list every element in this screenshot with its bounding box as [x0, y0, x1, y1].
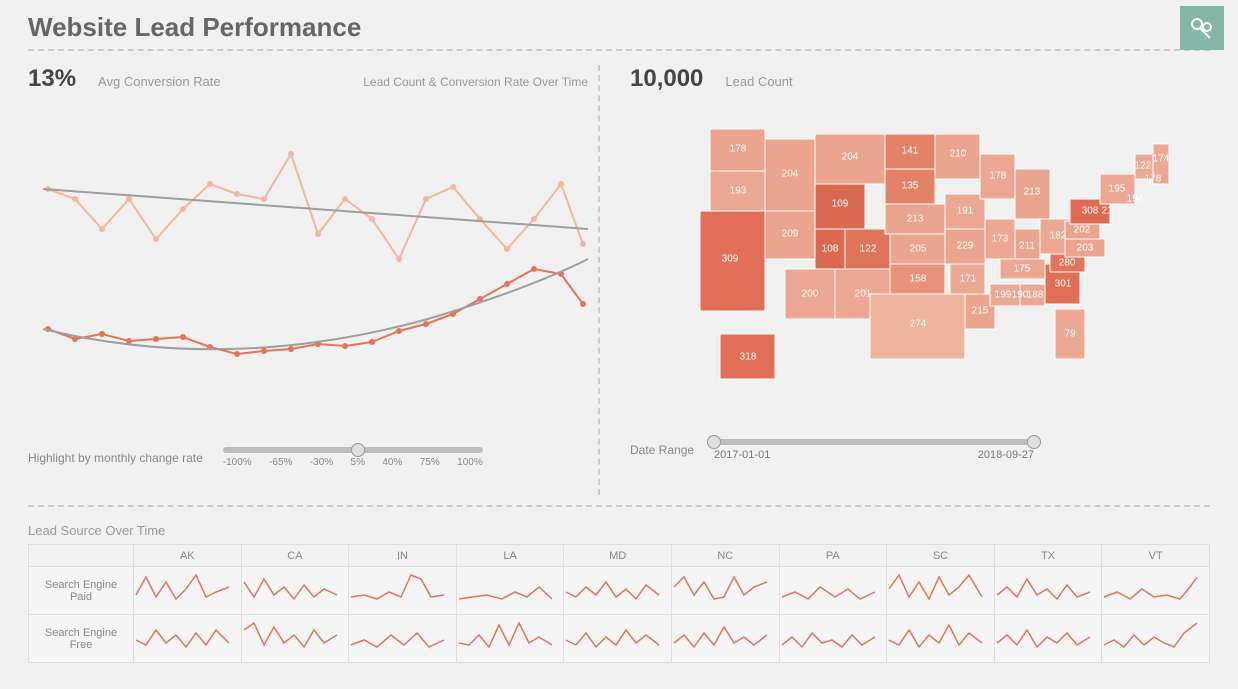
trend-leadcount — [43, 259, 588, 349]
leadcount-label: Lead Count — [725, 74, 792, 89]
tick: 100% — [457, 457, 483, 468]
col-header[interactable]: VT — [1102, 545, 1210, 567]
spark-cell[interactable] — [779, 567, 887, 615]
conversion-chart[interactable] — [28, 99, 588, 439]
sparkline-table: AK CA IN LA MD NC PA SC TX VT Search Eng… — [28, 544, 1210, 663]
spark-cell[interactable] — [887, 567, 995, 615]
col-header[interactable]: LA — [456, 545, 564, 567]
trend-conversion — [43, 189, 588, 229]
spark-cell[interactable] — [456, 567, 564, 615]
col-header[interactable]: MD — [564, 545, 672, 567]
spark-cell[interactable] — [779, 615, 887, 663]
conversion-label: Avg Conversion Rate — [98, 74, 221, 89]
tick: 40% — [382, 457, 402, 468]
spark-cell[interactable] — [1102, 567, 1210, 615]
spark-cell[interactable] — [887, 615, 995, 663]
tick: -65% — [269, 457, 292, 468]
col-header[interactable]: IN — [349, 545, 457, 567]
conversion-panel: 13% Avg Conversion Rate Lead Count & Con… — [28, 65, 598, 495]
spark-cell[interactable] — [994, 615, 1102, 663]
us-map[interactable]: 178 193 309 204 209 204 109 108 122 200 … — [670, 99, 1170, 429]
table-row: Search Engine Paid — [29, 567, 1210, 615]
spark-cell[interactable] — [134, 615, 242, 663]
tick: 75% — [420, 457, 440, 468]
slider-thumb[interactable] — [351, 443, 365, 457]
series-conversion — [48, 154, 583, 259]
map-panel: 10,000 Lead Count — [600, 65, 1210, 495]
date-thumb-start[interactable] — [707, 435, 721, 449]
spark-cell[interactable] — [241, 567, 349, 615]
tick: 5% — [351, 457, 365, 468]
tick: -100% — [223, 457, 252, 468]
spark-cell[interactable] — [134, 567, 242, 615]
conversion-subtitle: Lead Count & Conversion Rate Over Time — [363, 75, 588, 89]
date-thumb-end[interactable] — [1027, 435, 1041, 449]
brand-icon — [1188, 14, 1216, 42]
tick: -30% — [310, 457, 333, 468]
col-header[interactable]: PA — [779, 545, 887, 567]
spark-cell[interactable] — [349, 567, 457, 615]
page-title: Website Lead Performance — [28, 12, 361, 43]
date-end: 2018-09-27 — [978, 449, 1034, 461]
conversion-value: 13% — [28, 65, 76, 93]
date-range-label: Date Range — [630, 443, 694, 457]
row-label: Search Engine Paid — [29, 567, 134, 615]
col-header[interactable]: SC — [887, 545, 995, 567]
row-label: Search Engine Free — [29, 615, 134, 663]
spark-cell[interactable] — [671, 567, 779, 615]
brand-logo — [1180, 6, 1224, 50]
spark-cell[interactable] — [671, 615, 779, 663]
col-header[interactable]: TX — [994, 545, 1102, 567]
highlight-slider-label: Highlight by monthly change rate — [28, 451, 203, 465]
spark-cell[interactable] — [564, 615, 672, 663]
highlight-slider[interactable] — [223, 447, 483, 453]
date-start: 2017-01-01 — [714, 449, 770, 461]
spark-cell[interactable] — [564, 567, 672, 615]
spark-cell[interactable] — [456, 615, 564, 663]
spark-cell[interactable] — [241, 615, 349, 663]
col-header[interactable]: CA — [241, 545, 349, 567]
leadcount-value: 10,000 — [630, 65, 703, 93]
spark-cell[interactable] — [349, 615, 457, 663]
slider-ticks: -100% -65% -30% 5% 40% 75% 100% — [223, 457, 483, 468]
spark-cell[interactable] — [1102, 615, 1210, 663]
sparkline-title: Lead Source Over Time — [28, 523, 1210, 538]
col-header[interactable]: AK — [134, 545, 242, 567]
table-row: Search Engine Free — [29, 615, 1210, 663]
spark-cell[interactable] — [994, 567, 1102, 615]
date-range-slider[interactable] — [714, 439, 1034, 445]
col-header[interactable]: NC — [671, 545, 779, 567]
